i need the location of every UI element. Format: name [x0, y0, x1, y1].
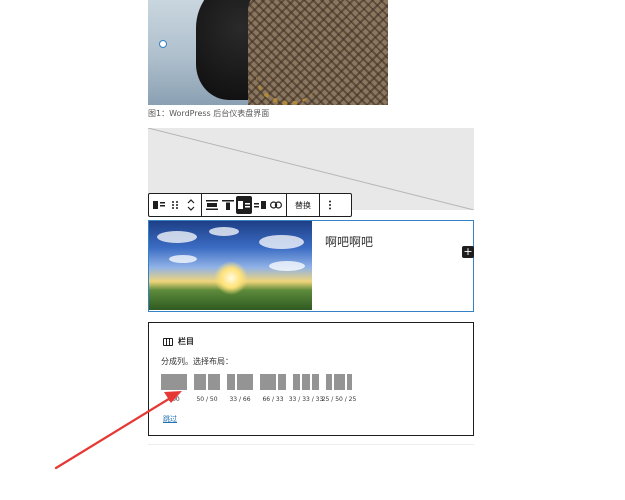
media-left-icon[interactable]: [236, 196, 252, 214]
variation-column: [260, 374, 276, 390]
columns-instructions: 分成列。选择布局：: [161, 357, 233, 366]
variation-label: 25 / 50 / 25: [321, 396, 357, 403]
toolbar-group-more: [320, 194, 340, 216]
block-inserter-button[interactable]: +: [462, 246, 474, 258]
sky-cloud: [157, 231, 197, 243]
variation-column: [227, 374, 235, 390]
vertical-align-top-icon[interactable]: [220, 196, 236, 214]
toolbar-group-replace: 替换: [287, 194, 320, 216]
column-variation-list: 100 50 / 50 33 / 66 66 / 33 33 / 33 / 33…: [161, 374, 356, 403]
variation-50-50[interactable]: 50 / 50: [194, 374, 220, 403]
columns-placeholder: 栏目 分成列。选择布局： 100 50 / 50 33 / 66 66 / 33…: [148, 322, 474, 436]
variation-icon: [326, 374, 352, 390]
sun-glow: [214, 261, 248, 295]
variation-column: [208, 374, 220, 390]
variation-icon: [293, 374, 319, 390]
image-caption[interactable]: 图1：WordPress 后台仪表盘界面: [148, 108, 269, 119]
media-text-block[interactable]: 啊吧啊吧: [148, 220, 474, 312]
sky-cloud: [269, 261, 305, 271]
variation-icon: [161, 374, 187, 390]
separator: [148, 444, 474, 445]
variation-column: [326, 374, 332, 390]
columns-icon: [163, 337, 173, 346]
block-toolbar: 替换: [148, 193, 352, 217]
variation-column: [333, 374, 345, 390]
variation-label: 33 / 66: [229, 396, 251, 403]
sky-cloud: [259, 235, 304, 249]
variation-label: 50 / 50: [196, 396, 218, 403]
toolbar-group-block: [149, 194, 202, 216]
variation-label: 100: [168, 396, 180, 403]
columns-title: 栏目: [178, 337, 194, 346]
replace-button[interactable]: 替换: [289, 200, 317, 211]
variation-icon: [194, 374, 220, 390]
media-resize-handle[interactable]: [159, 40, 167, 48]
variation-33-66[interactable]: 33 / 66: [227, 374, 253, 403]
variation-column: [237, 374, 253, 390]
drag-handle-icon[interactable]: [167, 196, 183, 214]
variation-icon: [260, 374, 286, 390]
variation-column: [346, 374, 352, 390]
image-block-photo[interactable]: [148, 0, 388, 105]
media-text-icon[interactable]: [151, 196, 167, 214]
columns-header: 栏目: [163, 336, 194, 347]
media-right-icon[interactable]: [252, 196, 268, 214]
toolbar-group-align: [202, 194, 287, 216]
skip-link[interactable]: 跳过: [163, 414, 177, 424]
media-text-content[interactable]: 啊吧啊吧: [325, 233, 373, 250]
variation-column: [194, 374, 206, 390]
variation-33-33-33[interactable]: 33 / 33 / 33: [289, 374, 323, 403]
move-up-down-icon[interactable]: [183, 196, 199, 214]
sky-cloud: [169, 255, 197, 263]
sky-cloud: [209, 227, 239, 236]
variation-column: [293, 374, 301, 390]
variation-66-33[interactable]: 66 / 33: [260, 374, 286, 403]
link-icon[interactable]: [268, 196, 284, 214]
variation-icon: [227, 374, 253, 390]
variation-label: 33 / 33 / 33: [288, 396, 324, 403]
variation-column: [278, 374, 286, 390]
variation-column: [302, 374, 310, 390]
variation-column: [311, 374, 319, 390]
media-text-image[interactable]: [149, 221, 312, 310]
variation-25-50-25[interactable]: 25 / 50 / 25: [322, 374, 356, 403]
variation-100[interactable]: 100: [161, 374, 187, 403]
variation-column: [161, 374, 187, 390]
align-wide-icon[interactable]: [204, 196, 220, 214]
variation-label: 66 / 33: [262, 396, 284, 403]
more-vertical-icon[interactable]: [322, 196, 338, 214]
